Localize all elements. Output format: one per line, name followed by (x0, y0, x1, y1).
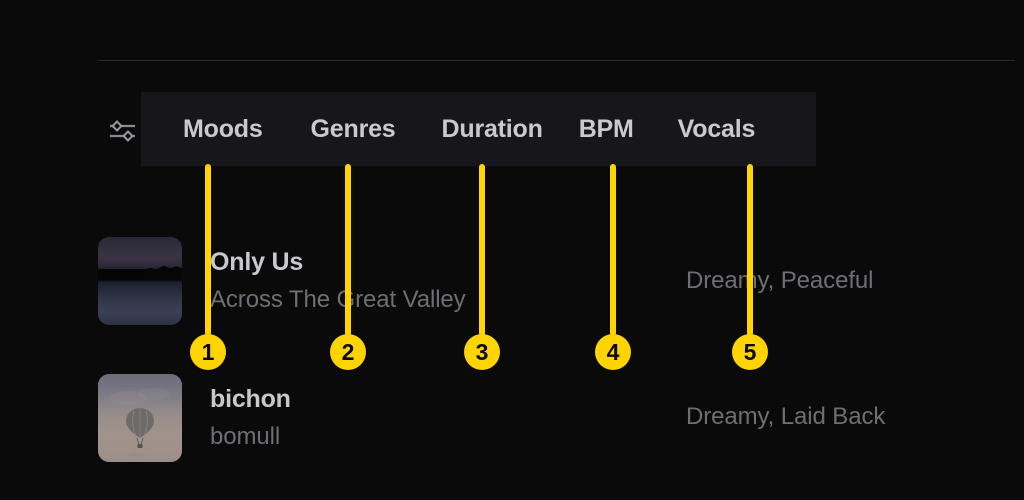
filter-genres[interactable]: Genres (311, 115, 418, 144)
annotation-line-4 (610, 164, 616, 336)
lake-dusk-artwork[interactable] (98, 237, 182, 325)
annotation-line-3 (479, 164, 485, 336)
track-tags: Dreamy, Laid Back (686, 403, 886, 430)
screenshot-stage: Moods Genres Duration BPM Vocals Only Us… (0, 0, 1024, 500)
annotation-line-2 (345, 164, 351, 336)
track-info: Only Us Across The Great Valley (210, 248, 466, 314)
annotation-badge-3: 3 (464, 334, 500, 370)
track-title: bichon (210, 385, 291, 413)
track-info: bichon bomull (210, 385, 291, 451)
annotation-badge-5: 5 (732, 334, 768, 370)
annotation-badge-2: 2 (330, 334, 366, 370)
annotation-badge-4: 4 (595, 334, 631, 370)
filter-duration[interactable]: Duration (442, 115, 565, 144)
track-artist: bomull (210, 423, 281, 450)
track-title: Only Us (210, 248, 304, 276)
filter-vocals[interactable]: Vocals (678, 115, 778, 144)
header-divider (98, 60, 1015, 61)
track-artist: Across The Great Valley (210, 286, 466, 313)
filter-bpm[interactable]: BPM (579, 115, 656, 144)
filter-bar: Moods Genres Duration BPM Vocals (141, 92, 816, 166)
annotation-badge-1: 1 (190, 334, 226, 370)
sliders-icon[interactable] (108, 116, 140, 146)
annotation-line-5 (747, 164, 753, 336)
annotation-line-1 (205, 164, 211, 336)
track-tags: Dreamy, Peaceful (686, 267, 874, 294)
filter-moods[interactable]: Moods (183, 115, 285, 144)
hot-air-balloon-artwork[interactable] (98, 374, 182, 462)
